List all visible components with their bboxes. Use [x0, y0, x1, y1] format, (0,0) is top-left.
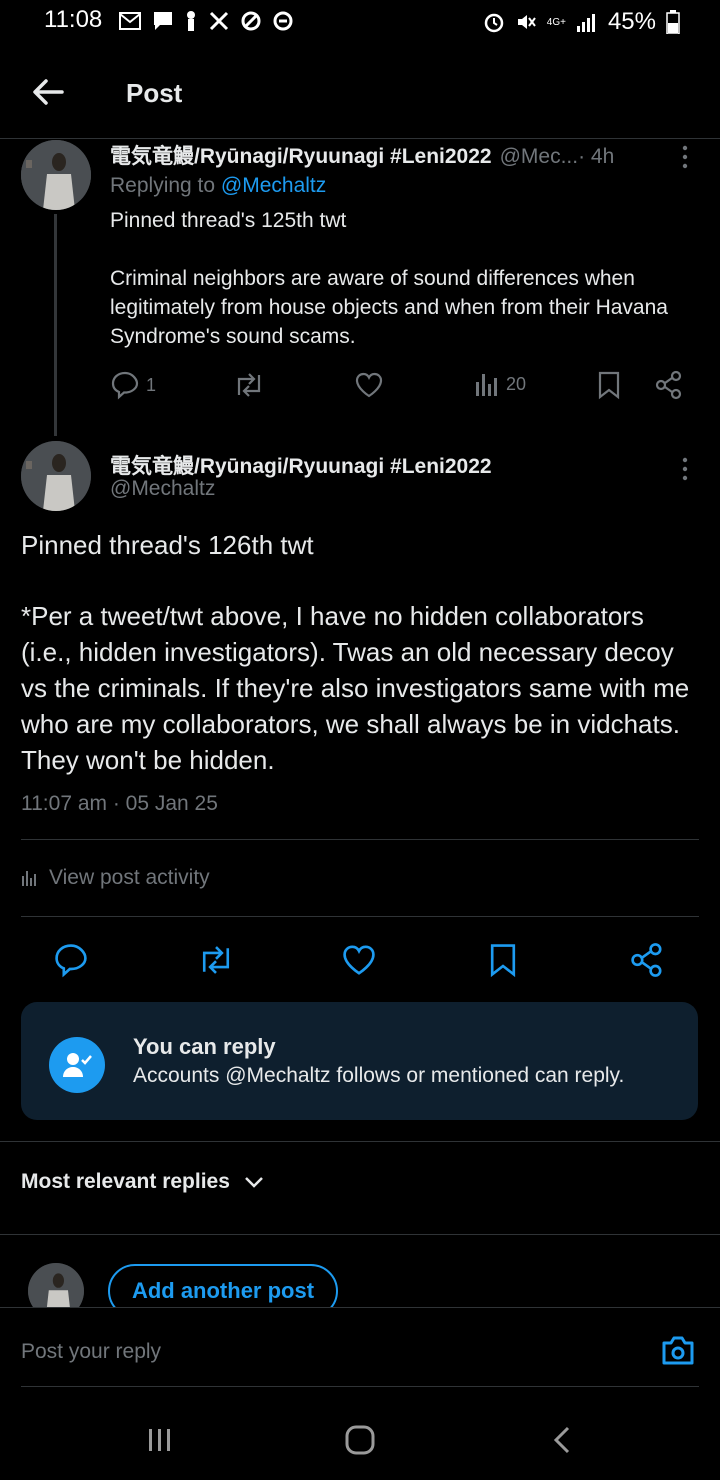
share-icon [654, 370, 684, 400]
main-text-line1: Pinned thread's 126th twt [21, 530, 314, 560]
reply-icon [53, 942, 89, 978]
header-divider [0, 138, 720, 139]
parent-views-action[interactable]: 20 [474, 370, 526, 398]
reply-permission-icon-circle [49, 1037, 105, 1093]
reply-composer-bar: Post your reply [0, 1307, 720, 1387]
heart-icon [354, 370, 384, 400]
chat-icon [152, 10, 174, 32]
vpn-icon [272, 10, 294, 32]
back-button[interactable] [28, 72, 72, 116]
share-icon [629, 942, 665, 978]
parent-reply-action[interactable]: 1 [110, 370, 156, 400]
system-nav-bar [0, 1396, 720, 1480]
system-back-button[interactable] [550, 1424, 574, 1456]
camera-button[interactable] [660, 1334, 696, 1368]
battery-percent: 45% [607, 8, 656, 35]
main-timestamp: 11:07 am · 05 Jan 25 [21, 792, 218, 815]
x-icon [208, 10, 230, 32]
main-avatar[interactable] [21, 441, 91, 511]
main-repost-button[interactable] [196, 942, 236, 978]
divider [0, 1141, 720, 1142]
reply-icon [110, 370, 140, 400]
parent-views-count: 20 [506, 373, 527, 394]
main-reply-button[interactable] [53, 942, 89, 978]
parent-text-line1: Pinned thread's 125th twt [110, 209, 347, 232]
parent-reply-count: 1 [146, 374, 157, 395]
signal-icon [576, 12, 598, 32]
bookmark-icon [487, 942, 519, 978]
network-label: 4G+ [546, 16, 566, 28]
parent-repost-action[interactable] [232, 370, 266, 400]
reply-permission-subtitle: Accounts @Mechaltz follows or mentioned … [133, 1064, 625, 1087]
camera-icon [660, 1334, 696, 1368]
parent-author-name[interactable]: 電気竜鰻/Ryūnagi/Ryuunagi #Leni2022 [110, 140, 492, 170]
reply-permission-card: You can reply Accounts @Mechaltz follows… [21, 1002, 698, 1120]
divider [21, 1386, 699, 1387]
home-icon [344, 1424, 376, 1456]
more-vertical-icon [674, 456, 696, 482]
main-bookmark-button[interactable] [487, 942, 519, 978]
notification-icons [118, 10, 294, 32]
replying-prefix: Replying to [110, 174, 221, 197]
parent-time: · 4h [578, 145, 615, 168]
parent-more-button[interactable] [674, 144, 696, 170]
view-activity-link[interactable]: View post activity [21, 866, 210, 890]
parent-share-action[interactable] [654, 370, 684, 400]
blocked-icon [240, 10, 262, 32]
gmail-icon [118, 11, 142, 31]
page-title: Post [126, 78, 183, 108]
divider [0, 1234, 720, 1235]
main-author-name[interactable]: 電気竜鰻/Ryūnagi/Ryuunagi #Leni2022 [110, 450, 492, 480]
parent-bookmark-action[interactable] [596, 370, 622, 400]
thread-line [54, 214, 57, 436]
parent-avatar[interactable] [21, 140, 91, 210]
more-vertical-icon [674, 144, 696, 170]
main-like-button[interactable] [341, 942, 377, 978]
home-button[interactable] [344, 1424, 376, 1456]
repost-icon [196, 942, 236, 978]
main-handle[interactable]: @Mechaltz [110, 477, 215, 501]
main-share-button[interactable] [629, 942, 665, 978]
replying-to: Replying to @Mechaltz [110, 174, 326, 198]
bar-chart-icon [474, 370, 500, 398]
replies-sort-label: Most relevant replies [21, 1170, 230, 1193]
recent-apps-button[interactable] [146, 1426, 174, 1454]
status-time: 11:08 [44, 6, 103, 33]
divider [21, 839, 699, 840]
parent-post-header: 電気竜鰻/Ryūnagi/Ryuunagi #Leni2022 @Mec... … [110, 140, 670, 170]
recents-icon [146, 1426, 174, 1454]
reply-input[interactable]: Post your reply [21, 1340, 161, 1364]
chevron-left-icon [550, 1424, 574, 1456]
heart-icon [341, 942, 377, 978]
reply-permission-title: You can reply [133, 1034, 276, 1059]
bar-chart-icon [21, 868, 39, 888]
parent-text-body: Criminal neighbors are aware of sound di… [110, 267, 668, 348]
main-more-button[interactable] [674, 456, 696, 482]
arrow-left-icon [28, 72, 72, 112]
repost-icon [232, 370, 266, 400]
main-text-body: *Per a tweet/twt above, I have no hidden… [21, 601, 690, 775]
parent-handle[interactable]: @Mec... [500, 145, 579, 169]
bookmark-icon [596, 370, 622, 400]
view-activity-label: View post activity [49, 866, 210, 889]
pin-icon [184, 10, 198, 32]
replying-handle-link[interactable]: @Mechaltz [221, 174, 326, 197]
alarm-icon [483, 11, 505, 33]
battery-icon [666, 10, 680, 34]
person-check-icon [61, 1050, 93, 1080]
chevron-down-icon [244, 1175, 264, 1189]
replies-sort-dropdown[interactable]: Most relevant replies [21, 1170, 264, 1194]
system-icons: 4G+ 45% [483, 8, 680, 36]
parent-like-action[interactable] [354, 370, 384, 400]
divider [21, 916, 699, 917]
mute-icon [515, 11, 537, 33]
